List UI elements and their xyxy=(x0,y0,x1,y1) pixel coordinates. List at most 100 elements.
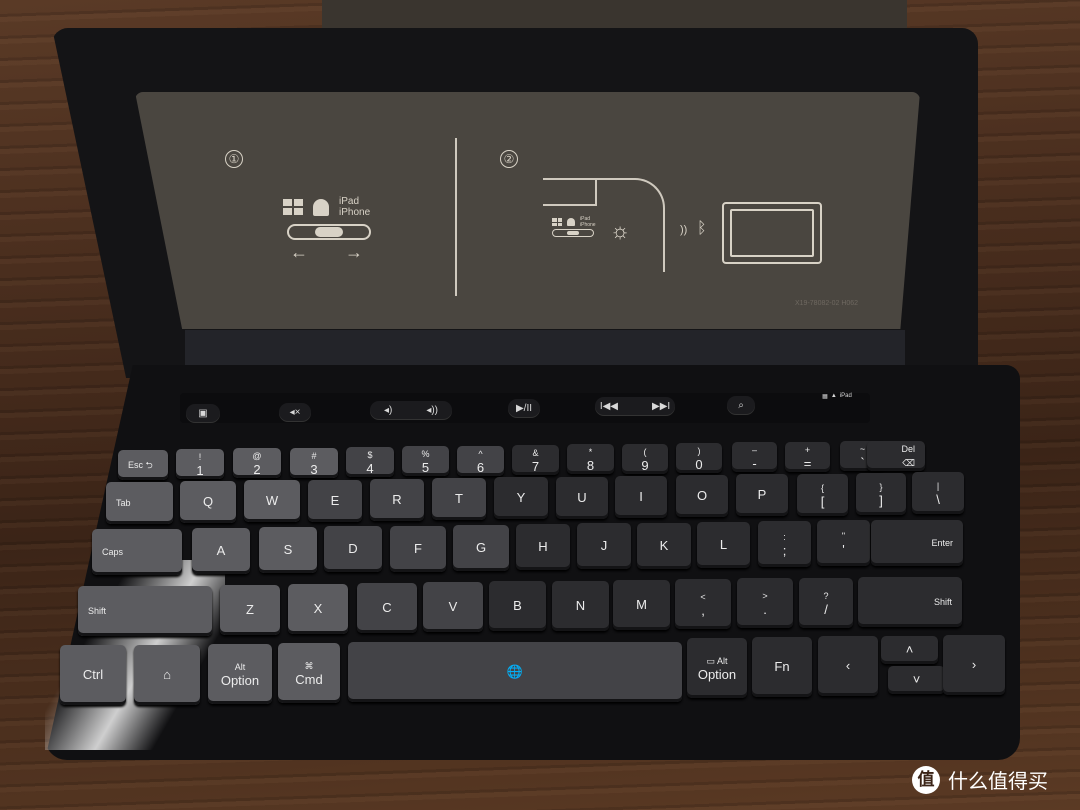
key-option[interactable]: ▭ Alt Option xyxy=(687,638,747,698)
key-fn[interactable]: Fn xyxy=(752,637,812,697)
key-symbol-1[interactable]: ⌂ xyxy=(134,645,200,705)
key-legend: 0 xyxy=(695,457,703,472)
key-t[interactable]: T xyxy=(432,478,486,520)
key-1[interactable]: ! 1 xyxy=(176,449,224,479)
key-e[interactable]: E xyxy=(308,480,362,522)
key-w[interactable]: W xyxy=(244,480,300,522)
key-symbol-10[interactable]: › xyxy=(943,635,1005,695)
key-r[interactable]: R xyxy=(370,479,424,521)
mute-icon: ◂× xyxy=(289,406,301,418)
key-legend: Shift xyxy=(933,597,952,607)
key-symbol-14[interactable]: Del ⌫ xyxy=(867,441,925,471)
key-legend: O xyxy=(696,488,708,503)
step-1-number: ① xyxy=(225,150,243,168)
key-b[interactable]: B xyxy=(489,581,546,631)
key-top-legend: % xyxy=(421,449,430,459)
key-legend: ‹ xyxy=(845,658,851,673)
key-tab[interactable]: Tab xyxy=(106,482,173,524)
key-symbol-9[interactable]: >. xyxy=(737,578,793,628)
key-k[interactable]: K xyxy=(637,523,691,569)
key-symbol-7[interactable]: ‹ xyxy=(818,636,878,696)
key-esc[interactable]: Esc ⮌ xyxy=(118,450,168,480)
key-cmd[interactable]: ⌘ Cmd xyxy=(278,643,340,703)
key-symbol-8[interactable]: <, xyxy=(675,579,731,629)
key-symbol-12[interactable]: + = xyxy=(785,442,830,472)
key-legend: Ctrl xyxy=(82,667,104,682)
key-caps[interactable]: Caps xyxy=(92,529,182,575)
key-u[interactable]: U xyxy=(556,477,608,519)
key-c[interactable]: C xyxy=(357,583,417,633)
key-top-legend: ? xyxy=(823,591,829,601)
key-shift[interactable]: Shift xyxy=(858,577,962,627)
android-icon xyxy=(567,218,575,226)
key-legend: Z xyxy=(246,602,254,617)
key-m[interactable]: M xyxy=(613,580,670,630)
os-selector-switch[interactable]: ▦ ▲ iPad xyxy=(812,387,862,405)
key-ctrl[interactable]: Ctrl xyxy=(60,645,126,705)
key-x[interactable]: X xyxy=(288,584,348,634)
key-legend: 5 xyxy=(421,460,430,475)
key-o[interactable]: O xyxy=(676,475,728,517)
key-j[interactable]: J xyxy=(577,523,631,569)
key-top-legend: * xyxy=(588,447,593,457)
key-7[interactable]: & 7 xyxy=(512,445,559,475)
mute-key[interactable]: ◂× xyxy=(279,403,311,421)
key-symbol-10[interactable]: :; xyxy=(758,521,811,567)
search-key[interactable]: ⌕ xyxy=(727,396,755,414)
track-key[interactable]: I◀◀ ▶▶I xyxy=(595,397,675,415)
key-5[interactable]: % 5 xyxy=(402,446,449,476)
lock-icon: ▣ xyxy=(198,407,208,419)
key-i[interactable]: I xyxy=(615,476,667,518)
key-s[interactable]: S xyxy=(259,527,317,573)
key-legend: K xyxy=(659,538,669,553)
key-v[interactable]: V xyxy=(423,582,483,632)
key-8[interactable]: * 8 xyxy=(567,444,614,474)
ios-label: iPad iPhone xyxy=(339,196,371,218)
key-legend: W xyxy=(265,493,279,508)
key-f[interactable]: F xyxy=(390,526,446,572)
key-top-legend: & xyxy=(532,448,539,458)
key-option[interactable]: Alt Option xyxy=(208,644,272,704)
play-pause-key[interactable]: ▶/II xyxy=(508,399,540,417)
key-legend: 6 xyxy=(476,460,485,475)
key-symbol-12[interactable]: }] xyxy=(856,473,906,515)
key-symbol-13[interactable]: | \ xyxy=(912,472,964,514)
key-g[interactable]: G xyxy=(453,525,509,571)
key-legend: / xyxy=(824,602,828,617)
key-3[interactable]: #3 xyxy=(290,448,338,478)
key-symbol-11[interactable]: " ' xyxy=(817,520,870,566)
key-2[interactable]: @2 xyxy=(233,448,281,478)
search-icon: ⌕ xyxy=(738,399,744,411)
key-legend: 7 xyxy=(531,459,540,474)
key-l[interactable]: L xyxy=(697,522,750,568)
key-symbol-4[interactable]: 🌐 xyxy=(348,642,682,702)
key-h[interactable]: H xyxy=(516,524,570,570)
key-d[interactable]: D xyxy=(324,526,382,572)
key-y[interactable]: Y xyxy=(494,477,548,519)
key-legend: › xyxy=(971,657,977,672)
key-0[interactable]: ) 0 xyxy=(676,443,722,473)
key-9[interactable]: (9 xyxy=(622,444,668,474)
key-symbol-8[interactable]: ˄ xyxy=(881,636,938,664)
volume-key[interactable]: ◂) ◂)) xyxy=(370,401,452,419)
step-divider xyxy=(455,138,457,296)
key-symbol-9[interactable]: ˅ xyxy=(888,666,945,694)
key-a[interactable]: A xyxy=(192,528,250,574)
key-legend: P xyxy=(757,487,767,502)
key-6[interactable]: ^ 6 xyxy=(457,446,504,476)
key-z[interactable]: Z xyxy=(220,585,280,635)
key-legend: D xyxy=(348,541,358,556)
key-p[interactable]: P xyxy=(736,474,788,516)
lock-key[interactable]: ▣ xyxy=(186,404,220,422)
key-top-legend: $ xyxy=(367,450,373,460)
key-symbol-11[interactable]: {[ xyxy=(797,474,848,516)
key-symbol-11[interactable]: – - xyxy=(732,442,777,472)
key-legend: H xyxy=(538,539,548,554)
key-n[interactable]: N xyxy=(552,581,609,631)
key-shift[interactable]: Shift xyxy=(78,586,212,636)
key-enter[interactable]: Enter xyxy=(871,520,963,566)
key-q[interactable]: Q xyxy=(180,481,236,523)
step-2-os-icons: iPad iPhone xyxy=(552,216,596,228)
key-4[interactable]: $4 xyxy=(346,447,394,477)
key-symbol-10[interactable]: ? / xyxy=(799,578,853,628)
